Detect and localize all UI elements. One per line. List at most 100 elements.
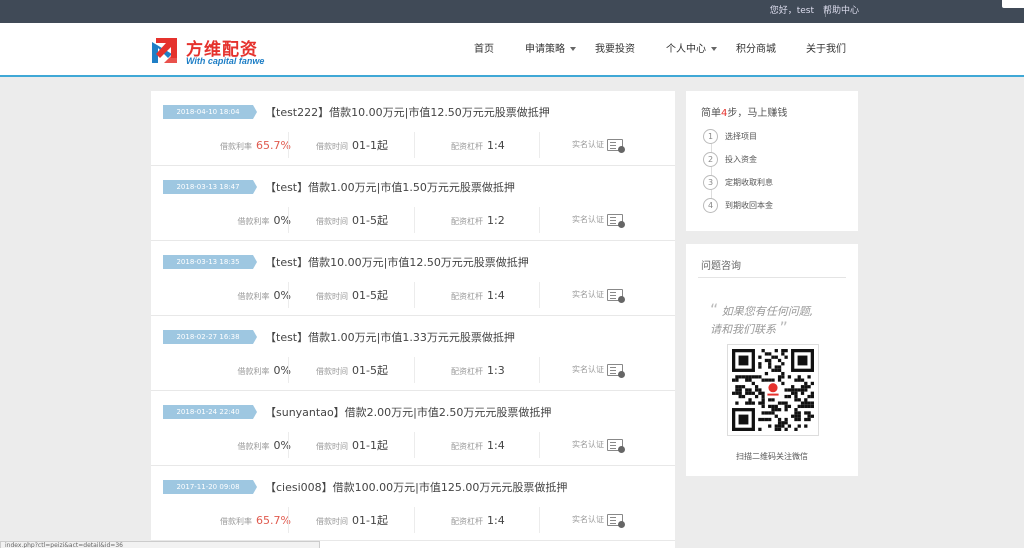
- loan-time-label: 借款时间: [316, 517, 348, 526]
- cell-divider: [414, 357, 415, 383]
- loan-rate: 借款利率 0%: [191, 436, 291, 454]
- step-number: 4: [703, 198, 718, 213]
- loan-rate: 借款利率 0%: [191, 286, 291, 304]
- loan-time: 借款时间 01-1起: [316, 511, 388, 529]
- step-label: 定期收取利息: [725, 177, 773, 187]
- step-item: 1 选择项目: [703, 128, 757, 144]
- loan-time-value: 01-1起: [352, 514, 388, 527]
- auth-label: 实名认证: [572, 290, 604, 299]
- loan-lever-label: 配资杠杆: [451, 517, 483, 526]
- auth-label: 实名认证: [572, 215, 604, 224]
- loan-time-value: 01-5起: [352, 214, 388, 227]
- qr-caption: 扫描二维码关注微信: [736, 452, 808, 461]
- wechat-qr-code: [727, 344, 819, 436]
- loan-date-tag: 2018-04-10 18:04: [163, 105, 257, 119]
- cell-divider: [414, 507, 415, 533]
- consult-title: 问题咨询: [701, 261, 741, 272]
- id-card-verified-icon: [607, 288, 625, 303]
- loan-time-label: 借款时间: [316, 292, 348, 301]
- loan-time-label: 借款时间: [316, 217, 348, 226]
- loan-lever-label: 配资杠杆: [451, 217, 483, 226]
- loan-lever-label: 配资杠杆: [451, 367, 483, 376]
- loan-time-value: 01-5起: [352, 289, 388, 302]
- loan-lever-value: 1:2: [487, 214, 505, 227]
- loan-rate: 借款利率 65.7%: [191, 511, 291, 529]
- loan-time: 借款时间 01-5起: [316, 361, 388, 379]
- chevron-down-icon: [570, 47, 576, 51]
- loan-time: 借款时间 01-5起: [316, 211, 388, 229]
- nav-home[interactable]: 首页: [474, 23, 494, 77]
- nav-personal-center[interactable]: 个人中心: [666, 23, 717, 77]
- loan-row[interactable]: 2018-01-24 22:40 【sunyantao】借款2.00万元|市值2.…: [151, 391, 675, 466]
- loan-list: 2018-04-10 18:04 【test222】借款10.00万元|市值12.…: [151, 91, 675, 548]
- nav-about-us[interactable]: 关于我们: [806, 23, 846, 77]
- loan-rate-value: 65.7%: [256, 139, 291, 152]
- auth-label: 实名认证: [572, 515, 604, 524]
- status-bar-url: index.php?ctl=peizi&act=detail&id=36: [0, 541, 320, 548]
- cell-divider: [414, 132, 415, 158]
- cell-divider: [288, 282, 289, 308]
- consult-panel: 问题咨询 “ 如果您有任何问题, 请和我们联系 ” 扫描二维码关注微信: [686, 244, 858, 476]
- help-center-link[interactable]: 帮助中心: [823, 0, 859, 23]
- loan-rate: 借款利率 0%: [191, 211, 291, 229]
- cell-divider: [288, 132, 289, 158]
- nav-home-label: 首页: [474, 44, 494, 55]
- loan-rate-label: 借款利率: [220, 517, 253, 526]
- loan-time-label: 借款时间: [316, 367, 348, 376]
- steps-connector: [711, 136, 712, 206]
- loan-lever-value: 1:4: [487, 514, 505, 527]
- loan-lever: 配资杠杆 1:4: [451, 436, 505, 454]
- loan-title-link[interactable]: 【ciesi008】借款100.00万元|市值125.00万元元股票做抵押: [265, 479, 567, 495]
- loan-rate-label: 借款利率: [237, 292, 270, 301]
- real-name-auth: 实名认证: [572, 436, 625, 454]
- loan-row[interactable]: 2017-11-20 09:08 【ciesi008】借款100.00万元|市值1…: [151, 466, 675, 541]
- id-card-verified-icon: [607, 513, 625, 528]
- loan-title-link[interactable]: 【test222】借款10.00万元|市值12.50万元元股票做抵押: [265, 104, 550, 120]
- id-card-verified-icon: [607, 363, 625, 378]
- loan-lever-label: 配资杠杆: [451, 142, 483, 151]
- nav-apply-strategy[interactable]: 申请策略: [525, 23, 576, 77]
- main-nav: 首页 申请策略 我要投资 个人中心 积分商城 关于我们: [0, 23, 1024, 77]
- loan-title-link[interactable]: 【sunyantao】借款2.00万元|市值2.50万元元股票做抵押: [265, 404, 551, 420]
- nav-invest[interactable]: 我要投资: [595, 23, 635, 77]
- step-number: 2: [703, 152, 718, 167]
- loan-rate: 借款利率 0%: [191, 361, 291, 379]
- cell-divider: [539, 507, 540, 533]
- loan-row[interactable]: 2018-03-13 18:35 【test】借款10.00万元|市值12.50万…: [151, 241, 675, 316]
- qr-code-icon: [732, 349, 814, 431]
- loan-time: 借款时间 01-1起: [316, 436, 388, 454]
- step-label: 到期收回本金: [725, 200, 773, 210]
- loan-lever-label: 配资杠杆: [451, 442, 483, 451]
- loan-title-link[interactable]: 【test】借款10.00万元|市值12.50万元元股票做抵押: [265, 254, 529, 270]
- cell-divider: [288, 357, 289, 383]
- nav-points-mall[interactable]: 积分商城: [736, 23, 776, 77]
- loan-row[interactable]: 2018-04-10 18:04 【test222】借款10.00万元|市值12.…: [151, 91, 675, 166]
- cell-divider: [414, 282, 415, 308]
- step-item: 3 定期收取利息: [703, 174, 773, 190]
- loan-lever: 配资杠杆 1:4: [451, 286, 505, 304]
- user-greeting[interactable]: 您好，test: [770, 0, 814, 23]
- steps-heading-post: 步，马上赚钱: [727, 108, 788, 119]
- loan-row[interactable]: 2018-02-27 16:38 【test】借款1.00万元|市值1.33万元元…: [151, 316, 675, 391]
- loan-time-value: 01-1起: [352, 139, 388, 152]
- loan-time-value: 01-1起: [352, 439, 388, 452]
- step-item: 4 到期收回本金: [703, 197, 773, 213]
- steps-heading: 简单4步，马上赚钱: [701, 104, 787, 119]
- step-label: 投入资金: [725, 154, 757, 164]
- step-number: 3: [703, 175, 718, 190]
- cell-divider: [414, 432, 415, 458]
- site-header: 方维配资 With capital fanwe 首页 申请策略 我要投资 个人中…: [0, 23, 1024, 77]
- cell-divider: [288, 432, 289, 458]
- loan-rate-label: 借款利率: [237, 217, 270, 226]
- real-name-auth: 实名认证: [572, 211, 625, 229]
- loan-title-link[interactable]: 【test】借款1.00万元|市值1.50万元元股票做抵押: [265, 179, 515, 195]
- nav-about-us-label: 关于我们: [806, 44, 846, 55]
- loan-lever-value: 1:4: [487, 139, 505, 152]
- loan-time: 借款时间 01-5起: [316, 286, 388, 304]
- nav-apply-strategy-label: 申请策略: [525, 44, 565, 55]
- loan-lever-value: 1:3: [487, 364, 505, 377]
- loan-title-link[interactable]: 【test】借款1.00万元|市值1.33万元元股票做抵押: [265, 329, 515, 345]
- real-name-auth: 实名认证: [572, 136, 625, 154]
- loan-rate-label: 借款利率: [237, 442, 270, 451]
- loan-row[interactable]: 2018-03-13 18:47 【test】借款1.00万元|市值1.50万元元…: [151, 166, 675, 241]
